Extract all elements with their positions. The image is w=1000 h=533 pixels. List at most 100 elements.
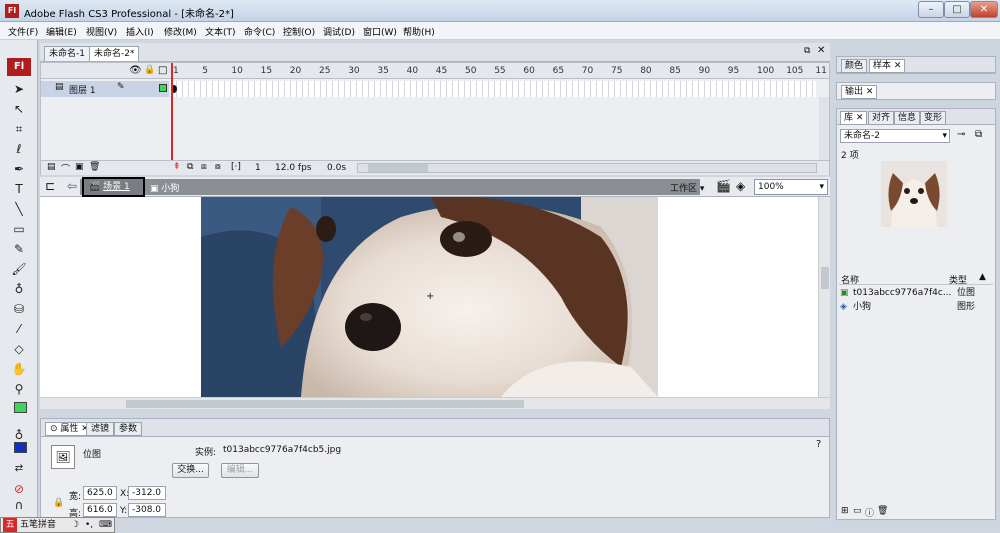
menu-file[interactable]: 文件(F) xyxy=(8,25,38,38)
lock-ratio-icon[interactable]: 🔒 xyxy=(53,498,64,508)
pen-tool-icon[interactable]: ✒ xyxy=(7,160,31,178)
snap-magnet-icon[interactable]: ∩ xyxy=(7,496,31,514)
rectangle-tool-icon[interactable]: ▭ xyxy=(7,220,31,238)
y-field[interactable]: -308.0 xyxy=(128,503,166,517)
ime-label[interactable]: 五笔拼音 xyxy=(20,518,56,532)
eraser-tool-icon[interactable]: ◇ xyxy=(7,340,31,358)
symbol-breadcrumb[interactable]: ▣ 小狗 xyxy=(150,181,179,194)
menu-control[interactable]: 控制(O) xyxy=(283,25,315,38)
properties-icon[interactable]: ⓘ xyxy=(865,506,874,519)
ink-bottle-tool-icon[interactable]: ♁ xyxy=(7,280,31,298)
free-transform-tool-icon[interactable]: ⌗ xyxy=(7,120,31,138)
insert-layer-icon[interactable]: ▤ xyxy=(47,162,56,172)
sort-arrow-icon[interactable]: ▲ xyxy=(979,272,986,282)
menu-commands[interactable]: 命令(C) xyxy=(244,25,275,38)
tab-filters[interactable]: 滤镜 xyxy=(86,422,115,436)
subselection-tool-icon[interactable]: ↖ xyxy=(7,100,31,118)
punctuation-icon[interactable]: •, xyxy=(85,518,93,532)
stroke-color-swatch[interactable] xyxy=(14,402,27,413)
help-icon[interactable]: ? xyxy=(816,439,821,450)
stage-vscrollbar[interactable] xyxy=(818,197,830,397)
stage-vscroll-thumb[interactable] xyxy=(821,267,829,289)
playhead[interactable] xyxy=(171,63,173,166)
frame-cells[interactable] xyxy=(171,81,816,97)
scene-breadcrumb[interactable]: 🎬 场景 1 xyxy=(82,177,145,197)
menu-edit[interactable]: 编辑(E) xyxy=(46,25,77,38)
onion-skin-icon[interactable]: ⧉ xyxy=(187,162,193,172)
fill-color-swatch[interactable] xyxy=(14,442,27,453)
menu-window[interactable]: 窗口(W) xyxy=(363,25,397,38)
menu-insert[interactable]: 插入(I) xyxy=(126,25,154,38)
pin-library-icon[interactable]: ⊸ xyxy=(957,129,965,140)
lasso-tool-icon[interactable]: ℓ xyxy=(7,140,31,158)
lock-icon[interactable]: 🔒 xyxy=(144,65,155,75)
maximize-icon[interactable]: □ xyxy=(944,1,970,18)
edit-multiple-icon[interactable]: ⧇ xyxy=(215,162,221,172)
stage[interactable]: + xyxy=(40,197,818,397)
keyboard-icon[interactable]: ⌨ xyxy=(99,518,112,532)
menu-view[interactable]: 视图(V) xyxy=(86,25,117,38)
eyedropper-tool-icon[interactable]: ⁄ xyxy=(7,320,31,338)
tab-swatches[interactable]: 样本 ✕ xyxy=(869,59,906,73)
library-item[interactable]: ▣ t013abcc9776a7f4c... 位图 xyxy=(839,287,993,300)
eye-icon[interactable]: 👁 xyxy=(129,65,142,76)
brush-tool-icon[interactable]: 🖌 xyxy=(7,260,31,278)
tab-document-1[interactable]: 未命名-1 xyxy=(44,46,90,61)
layer-color-icon[interactable] xyxy=(159,84,167,92)
restore-icon[interactable]: ⧉ xyxy=(804,46,810,56)
center-frame-icon[interactable]: ⇞ xyxy=(173,162,181,172)
tab-align[interactable]: 对齐 xyxy=(868,111,895,125)
stage-hscrollbar[interactable] xyxy=(40,397,830,409)
selection-tool-icon[interactable]: ➤ xyxy=(7,80,31,98)
x-field[interactable]: -312.0 xyxy=(128,486,166,500)
menu-text[interactable]: 文本(T) xyxy=(205,25,236,38)
close-icon[interactable]: ✕ xyxy=(970,1,998,18)
menu-help[interactable]: 帮助(H) xyxy=(403,25,435,38)
tab-parameters[interactable]: 参数 xyxy=(114,422,143,436)
delete-layer-icon[interactable]: 🗑 xyxy=(89,162,100,172)
new-symbol-icon[interactable]: ⊞ xyxy=(841,506,849,516)
timeline-hscrollbar[interactable] xyxy=(357,163,817,173)
swap-colors-icon[interactable]: ⇄ xyxy=(7,460,31,478)
tab-transform[interactable]: 变形 xyxy=(920,111,947,125)
back-arrow-icon[interactable]: ⇦ xyxy=(67,179,77,193)
line-tool-icon[interactable]: ╲ xyxy=(7,200,31,218)
moon-icon[interactable]: ☽ xyxy=(71,518,79,532)
paint-bucket-tool-icon[interactable]: ⛁ xyxy=(7,300,31,318)
width-field[interactable]: 625.0 xyxy=(83,486,117,500)
zoom-tool-icon[interactable]: ⚲ xyxy=(7,380,31,398)
library-item[interactable]: ◈ 小狗 图形 xyxy=(839,301,993,314)
new-folder-icon[interactable]: ▭ xyxy=(853,506,862,516)
onion-outline-icon[interactable]: ⧈ xyxy=(201,162,207,172)
edit-symbols-icon[interactable]: ◈ xyxy=(736,179,745,193)
height-field[interactable]: 616.0 xyxy=(83,503,117,517)
library-document-select[interactable]: 未命名-2 ▾ xyxy=(840,129,950,143)
tab-color[interactable]: 颜色 xyxy=(841,59,868,73)
library-header[interactable]: 名称 类型 ▲ xyxy=(839,272,993,286)
menu-debug[interactable]: 调试(D) xyxy=(323,25,355,38)
stage-hscroll-thumb[interactable] xyxy=(126,400,524,408)
swap-button[interactable]: 交换... xyxy=(172,463,209,478)
ime-logo-icon[interactable]: 五 xyxy=(3,518,17,532)
text-tool-icon[interactable]: T xyxy=(7,180,31,198)
insert-folder-icon[interactable]: ▣ xyxy=(75,162,84,172)
onion-markers-icon[interactable]: [·] xyxy=(231,162,241,172)
tab-document-2[interactable]: 未命名-2* xyxy=(89,46,140,61)
puppy-bitmap[interactable]: + xyxy=(201,197,658,397)
new-library-panel-icon[interactable]: ⧉ xyxy=(975,129,982,140)
outline-icon[interactable]: □ xyxy=(158,65,167,76)
edit-button[interactable]: 编辑... xyxy=(221,463,259,478)
tab-output[interactable]: 输出 ✕ xyxy=(841,85,878,99)
workspace-menu[interactable]: 工作区 ▾ xyxy=(670,181,704,194)
layer-row[interactable]: ▤ 图层 1 ✎ xyxy=(41,81,829,97)
minimize-icon[interactable]: – xyxy=(918,1,944,18)
layer-cell[interactable]: ▤ 图层 1 ✎ xyxy=(41,81,169,97)
close-doc-icon[interactable]: ✕ xyxy=(817,45,825,56)
edit-scene-icon[interactable]: 🎬 xyxy=(716,179,731,193)
timeline-vscrollbar[interactable] xyxy=(819,97,829,160)
pencil-tool-icon[interactable]: ✎ xyxy=(7,240,31,258)
delete-icon[interactable]: 🗑 xyxy=(877,506,888,516)
menu-modify[interactable]: 修改(M) xyxy=(164,25,197,38)
add-guide-icon[interactable]: ⌒ xyxy=(61,162,70,175)
tab-info[interactable]: 信息 xyxy=(894,111,921,125)
